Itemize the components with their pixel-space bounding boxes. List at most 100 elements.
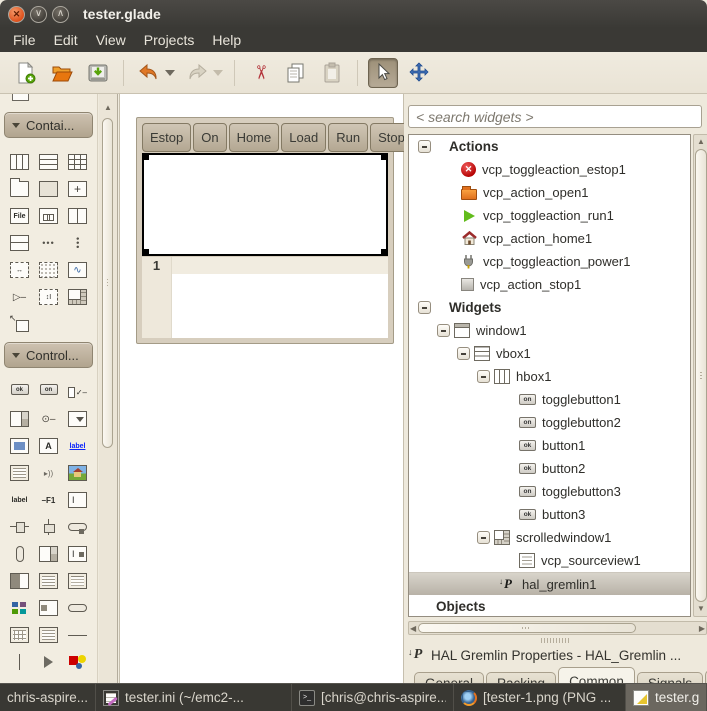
scrolledwindow-icon[interactable] xyxy=(68,289,87,305)
partial-palette-icon[interactable] xyxy=(12,94,29,101)
fontbutton-icon[interactable]: A xyxy=(39,438,58,454)
menu-help[interactable]: Help xyxy=(203,30,250,50)
taskbar-item-glade-active[interactable]: tester.gla... xyxy=(626,684,707,711)
drag-resize-mode-button[interactable] xyxy=(404,58,434,88)
collapse-expander-icon[interactable] xyxy=(437,324,450,337)
frame-icon[interactable] xyxy=(10,181,29,197)
tree-row-action[interactable]: vcp_toggleaction_run1 xyxy=(409,204,690,227)
designed-window1[interactable]: Estop On Home Load Run Stop 1 xyxy=(136,117,394,344)
designed-togglebutton-estop[interactable]: Estop xyxy=(142,123,191,152)
selector-mode-button[interactable] xyxy=(368,58,398,88)
vbuttonbox-icon[interactable]: ••• xyxy=(68,235,87,251)
hbox-icon[interactable] xyxy=(10,154,29,170)
designed-button-home[interactable]: Home xyxy=(229,123,280,152)
table-icon[interactable] xyxy=(68,154,87,170)
label-widget-icon[interactable]: label xyxy=(10,492,29,508)
undo-dropdown-icon[interactable] xyxy=(165,70,175,76)
palette-section-containers[interactable]: Contai... xyxy=(4,112,93,138)
accellabel-icon[interactable]: –F1 xyxy=(39,492,58,508)
save-project-button[interactable] xyxy=(83,58,113,88)
hscrollbar-icon[interactable] xyxy=(68,523,87,531)
taskbar-item-gedit[interactable]: tester.ini (~/emc2-... xyxy=(96,684,292,711)
selection-handle[interactable] xyxy=(381,153,388,160)
redo-dropdown-icon[interactable] xyxy=(213,70,223,76)
spinbutton-icon[interactable] xyxy=(10,411,29,427)
hseparator-icon[interactable] xyxy=(68,627,87,643)
statusbar-icon[interactable] xyxy=(10,465,29,481)
tree-row-widget[interactable]: ok button3 xyxy=(409,503,690,526)
tree-row-action[interactable]: vcp_action_stop1 xyxy=(409,273,690,296)
redo-button[interactable] xyxy=(182,58,212,88)
spinbutton2-icon[interactable] xyxy=(39,546,58,562)
copy-button[interactable] xyxy=(281,58,311,88)
cut-button[interactable]: ✂ xyxy=(245,58,275,88)
taskbar-item-terminal1[interactable]: chris-aspire... xyxy=(0,684,96,711)
vseparator-icon[interactable] xyxy=(10,654,29,670)
designed-togglebutton-on[interactable]: On xyxy=(193,123,226,152)
tree-row-widget[interactable]: window1 xyxy=(409,319,690,342)
linkbutton-icon[interactable]: label xyxy=(68,438,87,454)
taskbar-item-terminal2[interactable]: >_ [chris@chris-aspire... xyxy=(292,684,454,711)
radiobutton-icon[interactable]: ⊙– xyxy=(39,411,58,427)
close-window-icon[interactable]: ✕ xyxy=(8,6,25,23)
notebook-pages-icon[interactable] xyxy=(39,208,58,224)
hpaned2-icon[interactable] xyxy=(10,573,29,589)
viewport-icon[interactable] xyxy=(39,262,58,278)
tree-scrollbar-thumb[interactable] xyxy=(695,149,707,602)
collapse-expander-icon[interactable] xyxy=(477,531,490,544)
tree-row-widget[interactable]: on togglebutton2 xyxy=(409,411,690,434)
vbox-icon[interactable] xyxy=(39,154,58,170)
sourceview-text-area[interactable] xyxy=(172,257,388,338)
taskbar-item-firefox[interactable]: [tester-1.png (PNG ... xyxy=(454,684,626,711)
image-widget-icon[interactable] xyxy=(68,465,87,481)
expander-widget-icon[interactable]: ▷– xyxy=(10,289,29,305)
tree-row-widget-selected[interactable]: P hal_gremlin1 xyxy=(409,572,690,595)
tree-group-objects[interactable]: Objects xyxy=(409,595,690,617)
hbuttonbox-icon[interactable]: ••• xyxy=(39,235,58,251)
palette-scrollbar[interactable]: ▲ xyxy=(99,94,118,683)
progressbar-icon[interactable] xyxy=(39,600,58,616)
collapse-expander-icon[interactable] xyxy=(418,301,431,314)
menu-edit[interactable]: Edit xyxy=(45,30,87,50)
alignment-icon[interactable] xyxy=(39,181,58,197)
layout-icon[interactable] xyxy=(16,320,29,332)
textview-icon[interactable] xyxy=(39,573,58,589)
scroll-right-icon[interactable]: ▶ xyxy=(699,623,705,633)
hpaned-icon[interactable] xyxy=(68,208,87,224)
selection-handle[interactable] xyxy=(381,249,388,256)
tree-row-widget[interactable]: scrolledwindow1 xyxy=(409,526,690,549)
design-canvas[interactable]: Estop On Home Load Run Stop 1 xyxy=(119,94,404,683)
pane-resize-handle[interactable] xyxy=(541,638,571,643)
vbox-dotted-icon[interactable]: ↕I xyxy=(39,289,58,305)
selection-handle[interactable] xyxy=(142,249,149,256)
search-widgets-input[interactable] xyxy=(408,105,702,128)
hseparator-pill-icon[interactable] xyxy=(68,604,87,612)
fixed-icon[interactable] xyxy=(68,181,87,197)
selection-handle[interactable] xyxy=(142,153,149,160)
combobox-icon[interactable] xyxy=(68,411,87,427)
button-widget-icon[interactable]: ok xyxy=(11,384,29,395)
menu-view[interactable]: View xyxy=(87,30,135,50)
tree-row-widget[interactable]: hbox1 xyxy=(409,365,690,388)
scroll-left-icon[interactable]: ◀ xyxy=(410,623,416,633)
vscrollbar-icon[interactable] xyxy=(16,546,24,562)
designed-togglebutton-run[interactable]: Run xyxy=(328,123,368,152)
tree-horizontal-scrollbar[interactable]: ◀ ▶ xyxy=(408,621,707,635)
calendar-icon[interactable] xyxy=(10,627,29,643)
collapse-expander-icon[interactable] xyxy=(418,140,431,153)
menu-file[interactable]: File xyxy=(4,30,45,50)
designed-button-load[interactable]: Load xyxy=(281,123,326,152)
tree-row-widget[interactable]: vcp_sourceview1 xyxy=(409,549,690,572)
filechooser-icon[interactable]: File xyxy=(10,208,29,224)
maximize-window-icon[interactable]: ∧ xyxy=(52,6,69,23)
tree-hscrollbar-thumb[interactable] xyxy=(418,623,636,633)
palette-scrollbar-thumb[interactable] xyxy=(102,118,113,448)
minimize-window-icon[interactable]: ∨ xyxy=(30,6,47,23)
entry-icon[interactable] xyxy=(10,438,29,454)
designed-sourceview[interactable]: 1 xyxy=(142,257,388,338)
scroll-down-icon[interactable]: ▼ xyxy=(695,603,707,615)
notebook-icon[interactable]: ∿ xyxy=(68,262,87,278)
vscale-icon[interactable] xyxy=(39,519,58,535)
palette-section-controls[interactable]: Control... xyxy=(4,342,93,368)
tree-row-action[interactable]: vcp_toggleaction_power1 xyxy=(409,250,690,273)
